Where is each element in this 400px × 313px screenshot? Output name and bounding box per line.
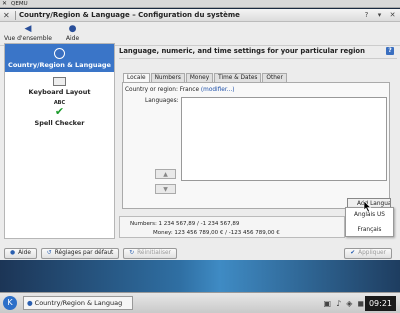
- locale-tab-panel: Country or region: France (modifier...) …: [122, 82, 391, 210]
- apply-label: Appliquer: [358, 250, 386, 256]
- sidebar: Country/Region & Language Keyboard Layou…: [4, 43, 115, 239]
- titlebar-separator: [15, 10, 16, 20]
- qemu-titlebar: ✕ QEMU: [0, 0, 400, 8]
- window-titlebar: ✕ Country/Region & Language – Configurat…: [0, 9, 400, 22]
- sidebar-item-label: Country/Region & Language: [8, 60, 111, 69]
- sidebar-item-country-region[interactable]: Country/Region & Language: [5, 44, 114, 72]
- qemu-icon: ✕: [2, 0, 8, 7]
- tab-numbers[interactable]: Numbers: [150, 73, 185, 82]
- languages-list[interactable]: [181, 97, 387, 181]
- task-app-icon: ●: [27, 298, 33, 307]
- defaults-icon: ↺: [46, 250, 52, 256]
- spellcheck-icon: ✔: [54, 105, 65, 118]
- defaults-button[interactable]: ↺ Réglages par défaut: [40, 247, 120, 259]
- sidebar-item-keyboard-layout[interactable]: Keyboard Layout: [5, 72, 114, 100]
- back-arrow-icon: ◀: [24, 24, 32, 34]
- minimize-icon[interactable]: ▾: [375, 11, 384, 20]
- reset-button[interactable]: ↻ Réinitialiser: [123, 247, 177, 259]
- volume-icon[interactable]: ♪: [336, 299, 341, 308]
- numbers-example: Numbers: 1 234 567,89 / -1 234 567,89: [130, 221, 240, 227]
- country-line: Country or region: France (modifier...): [125, 87, 235, 93]
- help-book-icon: ●: [68, 24, 77, 34]
- desktop-background: [0, 260, 400, 292]
- device-notifier-icon[interactable]: ◼: [357, 299, 364, 308]
- help-bottom-label: Aide: [18, 250, 31, 256]
- page-heading: Language, numeric, and time settings for…: [119, 43, 397, 59]
- tab-other[interactable]: Other: [262, 73, 287, 82]
- apply-button[interactable]: ✔ Appliquer: [344, 247, 392, 259]
- clock[interactable]: 09:21: [365, 295, 396, 311]
- page-title: Language, numeric, and time settings for…: [119, 46, 365, 55]
- dropdown-item-french[interactable]: Français: [346, 223, 393, 238]
- sidebar-item-spell-checker[interactable]: ABC ✔ Spell Checker: [5, 100, 114, 128]
- money-example: Money: 123 456 789,00 € / -123 456 789,0…: [153, 230, 280, 236]
- reset-icon: ↻: [129, 250, 135, 256]
- country-label: Country or region:: [125, 87, 178, 93]
- help-icon: ●: [10, 250, 16, 256]
- help-bottom-button[interactable]: ● Aide: [4, 247, 37, 259]
- x-icon[interactable]: ✕: [3, 11, 12, 20]
- overview-label: Vue d'ensemble: [4, 35, 52, 42]
- examples-box: Numbers: 1 234 567,89 / -1 234 567,89 Mo…: [119, 216, 345, 238]
- sidebar-item-label: Spell Checker: [34, 119, 85, 127]
- kde-menu-icon[interactable]: K: [3, 296, 17, 310]
- move-down-button[interactable]: ▼: [155, 184, 176, 194]
- help-button[interactable]: ● Aide: [66, 24, 79, 42]
- task-label: Country/Region & Languag: [34, 298, 123, 307]
- taskbar: K ● Country/Region & Languag ▣ ♪ ◈ ◼ 09:…: [0, 292, 400, 313]
- defaults-label: Réglages par défaut: [54, 250, 114, 256]
- help-label: Aide: [65, 35, 80, 42]
- sidebar-item-label: Keyboard Layout: [28, 87, 91, 96]
- overview-button[interactable]: ◀ Vue d'ensemble: [4, 24, 52, 42]
- clipboard-icon[interactable]: ▣: [324, 299, 332, 308]
- move-up-button[interactable]: ▲: [155, 169, 176, 179]
- tab-bar: Locale Numbers Money Time & Dates Other: [123, 73, 288, 82]
- window-title: Country/Region & Language – Configuratio…: [19, 11, 240, 19]
- country-value: France: [179, 87, 200, 93]
- keyboard-icon: [53, 76, 66, 86]
- close-icon[interactable]: ✕: [388, 11, 397, 20]
- globe-icon: [54, 47, 65, 59]
- languages-label: Languages:: [145, 98, 179, 104]
- help-icon[interactable]: ?: [362, 11, 371, 20]
- reset-label: Réinitialiser: [137, 250, 171, 256]
- tab-locale[interactable]: Locale: [123, 73, 150, 82]
- tab-time-dates[interactable]: Time & Dates: [214, 73, 262, 82]
- network-icon[interactable]: ◈: [346, 299, 352, 308]
- apply-check-icon: ✔: [350, 250, 356, 256]
- modify-country-link[interactable]: (modifier...): [201, 87, 235, 93]
- tab-money[interactable]: Money: [185, 73, 214, 82]
- taskbar-task-button[interactable]: ● Country/Region & Languag: [23, 296, 133, 310]
- bottom-button-bar: ● Aide ↺ Réglages par défaut ↻ Réinitial…: [0, 246, 400, 260]
- mouse-cursor-icon: [363, 201, 372, 212]
- system-tray: ▣ ♪ ◈ ◼: [319, 299, 364, 308]
- whats-this-icon[interactable]: ?: [386, 46, 394, 55]
- qemu-title: QEMU: [11, 0, 28, 7]
